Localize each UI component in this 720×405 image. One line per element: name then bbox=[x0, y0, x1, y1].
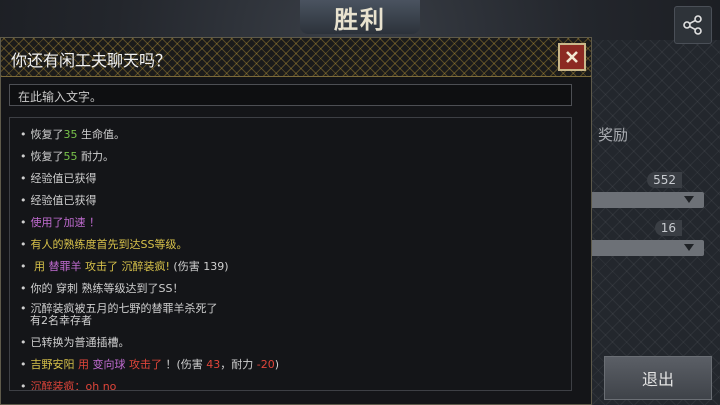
chat-dialog: 你还有闲工夫聊天吗？ 在此输入文字。 • 恢复了35 生命值。 • 恢复了55 耐力。… bbox=[0, 37, 592, 405]
reward-panel: 奖励 552 16 bbox=[578, 110, 706, 270]
reward-row-1: 552 bbox=[578, 172, 704, 190]
bullet-icon: • bbox=[20, 336, 27, 349]
chat-log-segment: 已转换为普通插槽。 bbox=[30, 336, 130, 349]
chat-log-segment: 经验值已获得 bbox=[30, 194, 97, 207]
chat-log-line: • 经验值已获得 bbox=[20, 172, 97, 185]
chat-log-line: • 恢复了55 耐力。 bbox=[20, 150, 114, 163]
bullet-icon: • bbox=[20, 238, 27, 251]
chat-log-segment: ！(伤害 bbox=[165, 358, 207, 371]
reward-value-2: 16 bbox=[654, 220, 682, 236]
chat-log-segment: 用 bbox=[30, 260, 49, 273]
chat-log-line: 有2名幸存者 bbox=[30, 314, 92, 327]
chat-log-segment: 35 bbox=[63, 128, 78, 141]
victory-title: 胜利 bbox=[334, 5, 386, 34]
chat-input[interactable]: 在此输入文字。 bbox=[9, 84, 572, 106]
share-icon bbox=[683, 15, 702, 35]
chat-log-line: • 你的 穿刺 熟练等级达到了SS！ bbox=[20, 282, 183, 295]
chat-log-segment: 变向球 bbox=[92, 358, 126, 371]
chat-log-segment: -20 bbox=[256, 358, 275, 371]
chat-log-segment: ！ bbox=[85, 216, 100, 229]
chat-log-line: • 有人的熟练度首先到达SS等级。 bbox=[20, 238, 187, 251]
bullet-icon: • bbox=[20, 216, 27, 229]
chat-log-segment: 43 bbox=[206, 358, 221, 371]
chat-log-segment: 55 bbox=[63, 150, 78, 163]
chat-log-segment: ，耐力 bbox=[220, 358, 257, 371]
chat-log-segment: 替罪羊 bbox=[48, 260, 82, 273]
chat-log-segment: 恢复了 bbox=[30, 128, 64, 141]
chat-log[interactable]: • 恢复了35 生命值。 • 恢复了55 耐力。 • 经验值已获得 • 经验值已获得 • 使用了加… bbox=[9, 117, 572, 391]
bullet-icon: • bbox=[20, 128, 27, 141]
chat-title: 你还有闲工夫聊天吗？ bbox=[11, 51, 172, 70]
chat-header: 你还有闲工夫聊天吗？ bbox=[1, 38, 591, 77]
chat-log-segment: 有2名幸存者 bbox=[30, 314, 92, 327]
reward-value-1: 552 bbox=[647, 172, 682, 188]
chat-log-segment: (伤害 139) bbox=[169, 260, 229, 273]
close-icon bbox=[566, 51, 578, 63]
chat-log-segment: 生命值。 bbox=[77, 128, 125, 141]
bullet-icon: • bbox=[20, 172, 27, 185]
chevron-down-icon bbox=[684, 196, 694, 203]
bullet-icon: • bbox=[20, 358, 27, 371]
chat-log-segment: 吉野安阳 bbox=[30, 358, 75, 371]
chat-log-segment: 攻击了 bbox=[81, 260, 122, 273]
chat-log-line: • 恢复了35 生命值。 bbox=[20, 128, 125, 141]
chat-log-segment: 你的 穿刺 熟练等级达到了SS！ bbox=[30, 282, 184, 295]
chevron-down-icon bbox=[684, 244, 694, 251]
victory-banner: 胜利 bbox=[300, 0, 420, 34]
bullet-icon: • bbox=[20, 150, 27, 163]
reward-dropdown-1[interactable] bbox=[578, 192, 704, 208]
bullet-icon: • bbox=[20, 194, 27, 207]
chat-log-segment: 有人的熟练度首先到达SS等级。 bbox=[30, 238, 188, 251]
chat-log-segment: 沉醉装疯! bbox=[121, 260, 170, 273]
chat-log-line: • 沉醉装疯：oh no bbox=[20, 380, 117, 391]
chat-log-segment: 沉醉装疯：oh no bbox=[30, 380, 117, 391]
reward-dropdown-2[interactable] bbox=[578, 240, 704, 256]
share-button[interactable] bbox=[674, 6, 712, 44]
chat-log-segment: 使用了 bbox=[30, 216, 64, 229]
bullet-icon: • bbox=[20, 260, 27, 273]
chat-log-segment: 耐力。 bbox=[77, 150, 114, 163]
bullet-icon: • bbox=[20, 380, 27, 391]
chat-log-line: • 使用了加速 ！ bbox=[20, 216, 100, 229]
reward-title: 奖励 bbox=[598, 126, 629, 144]
chat-log-segment: 攻击了 bbox=[125, 358, 166, 371]
chat-log-line: • 已转换为普通插槽。 bbox=[20, 336, 130, 349]
chat-log-segment: 经验值已获得 bbox=[30, 172, 97, 185]
bullet-icon: • bbox=[20, 282, 27, 295]
chat-log-segment: 恢复了 bbox=[30, 150, 64, 163]
chat-log-segment: ) bbox=[274, 358, 280, 371]
bullet-icon: • bbox=[20, 302, 27, 315]
chat-log-line: • 经验值已获得 bbox=[20, 194, 97, 207]
chat-log-line: • 用 替罪羊 攻击了 沉醉装疯! (伤害 139) bbox=[20, 260, 229, 273]
reward-row-2: 16 bbox=[578, 220, 704, 238]
chat-log-segment: 用 bbox=[74, 358, 93, 371]
chat-log-segment: 加速 bbox=[63, 216, 86, 229]
close-button[interactable] bbox=[558, 43, 586, 71]
chat-log-line: • 吉野安阳 用 变向球 攻击了 ！(伤害 43，耐力 -20) bbox=[20, 358, 279, 371]
exit-button[interactable]: 退出 bbox=[604, 356, 712, 400]
